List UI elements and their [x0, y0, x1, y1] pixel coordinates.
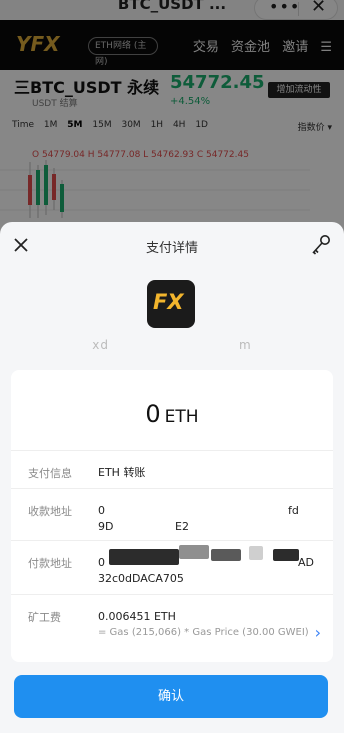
redaction-block	[179, 545, 209, 559]
to-address-line2-end: E2	[175, 520, 189, 533]
dapp-url: xd m	[0, 338, 344, 352]
fee-label: 矿工费	[28, 611, 61, 624]
from-address-line1-end: AD	[298, 556, 314, 569]
from-address-row: 付款地址 0 AD 32c0dDACA705	[11, 540, 333, 594]
dapp-url-start: xd	[92, 338, 109, 352]
from-address-label: 付款地址	[28, 557, 72, 570]
dapp-logo: FX	[147, 280, 195, 328]
fee-value: 0.006451 ETH	[98, 610, 176, 623]
to-address-line1-start: 0	[98, 504, 105, 517]
to-address-line2-start: 9D	[98, 520, 114, 533]
redaction-block	[109, 549, 179, 565]
dapp-url-end: m	[239, 338, 252, 352]
to-address-label: 收款地址	[28, 505, 72, 518]
sheet-title: 支付详情	[145, 241, 198, 256]
payment-info-value: ETH 转账	[98, 466, 146, 479]
redaction-block	[249, 546, 263, 560]
fee-detail: = Gas (215,066) * Gas Price (30.00 GWEI)	[98, 627, 309, 638]
amount-value: 0	[145, 400, 161, 428]
payment-card: 0 ETH 支付信息 ETH 转账 收款地址 0 fd 9D E2 付款地址 0…	[11, 370, 333, 662]
from-address-line2: 32c0dDACA705	[98, 572, 184, 585]
chevron-right-icon[interactable]: ›	[315, 623, 321, 642]
amount-display: 0 ETH	[11, 400, 333, 428]
dapp-logo-text: FX	[153, 290, 184, 314]
payment-info-label: 支付信息	[28, 467, 72, 480]
to-address-value: 0 fd 9D E2	[98, 503, 320, 535]
confirm-button[interactable]: 确认	[14, 675, 328, 718]
to-address-row: 收款地址 0 fd 9D E2	[11, 488, 333, 540]
fee-value-block: 0.006451 ETH = Gas (215,066) * Gas Price…	[98, 609, 310, 640]
redaction-block	[273, 549, 299, 561]
payment-info-row: 支付信息 ETH 转账	[11, 450, 333, 488]
from-address-line1-start: 0	[98, 556, 105, 569]
amount-unit: ETH	[164, 407, 199, 427]
fee-row[interactable]: 矿工费 0.006451 ETH = Gas (215,066) * Gas P…	[11, 594, 333, 662]
payment-details-sheet: 支付详情 FX xdm 0ETH 支付信息 ETH 转账 收款地址 0 fd	[0, 222, 344, 733]
key-icon[interactable]	[310, 234, 332, 256]
to-address-line1-end: fd	[288, 504, 299, 517]
redaction-block	[211, 549, 241, 561]
